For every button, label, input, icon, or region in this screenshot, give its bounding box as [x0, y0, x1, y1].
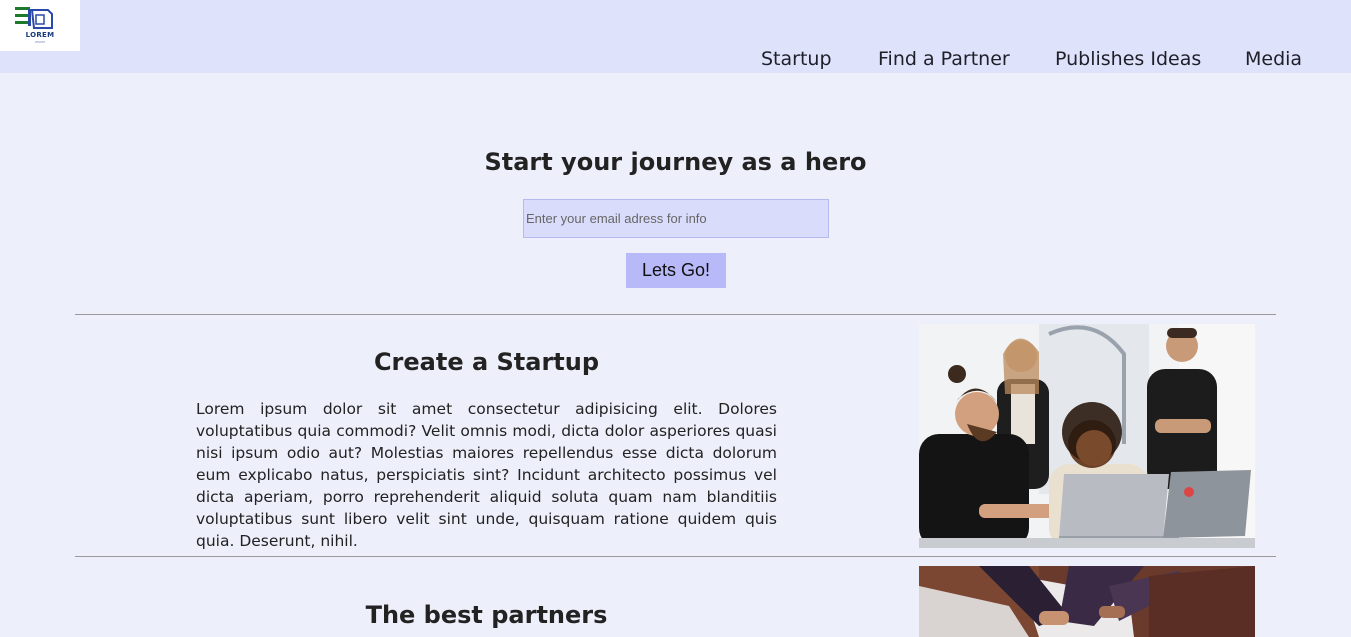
section-divider	[75, 314, 1276, 315]
hero-title: Start your journey as a hero	[484, 148, 867, 176]
nav-publishes-ideas[interactable]: Publishes Ideas	[1055, 48, 1201, 70]
logo-subtext: IPSUM	[35, 40, 45, 44]
nav-startup[interactable]: Startup	[761, 48, 832, 70]
email-input[interactable]	[523, 199, 829, 238]
site-logo[interactable]: LOREM IPSUM	[0, 0, 80, 51]
section-title-startup: Create a Startup	[373, 348, 600, 376]
nav-media[interactable]: Media	[1245, 48, 1302, 70]
section-title-partners: The best partners	[365, 601, 608, 629]
site-header: LOREM IPSUM Startup Find a Partner Publi…	[0, 0, 1351, 73]
team-laptops-photo	[919, 324, 1255, 548]
section-divider	[75, 556, 1276, 557]
hands-teamwork-photo	[919, 566, 1255, 637]
nav-find-a-partner[interactable]: Find a Partner	[878, 48, 1010, 70]
logo-text: LOREM	[25, 31, 55, 39]
section-body-startup: Lorem ipsum dolor sit amet consectetur a…	[196, 400, 777, 550]
building-logo-icon	[15, 7, 53, 29]
lets-go-button[interactable]: Lets Go!	[626, 253, 726, 288]
